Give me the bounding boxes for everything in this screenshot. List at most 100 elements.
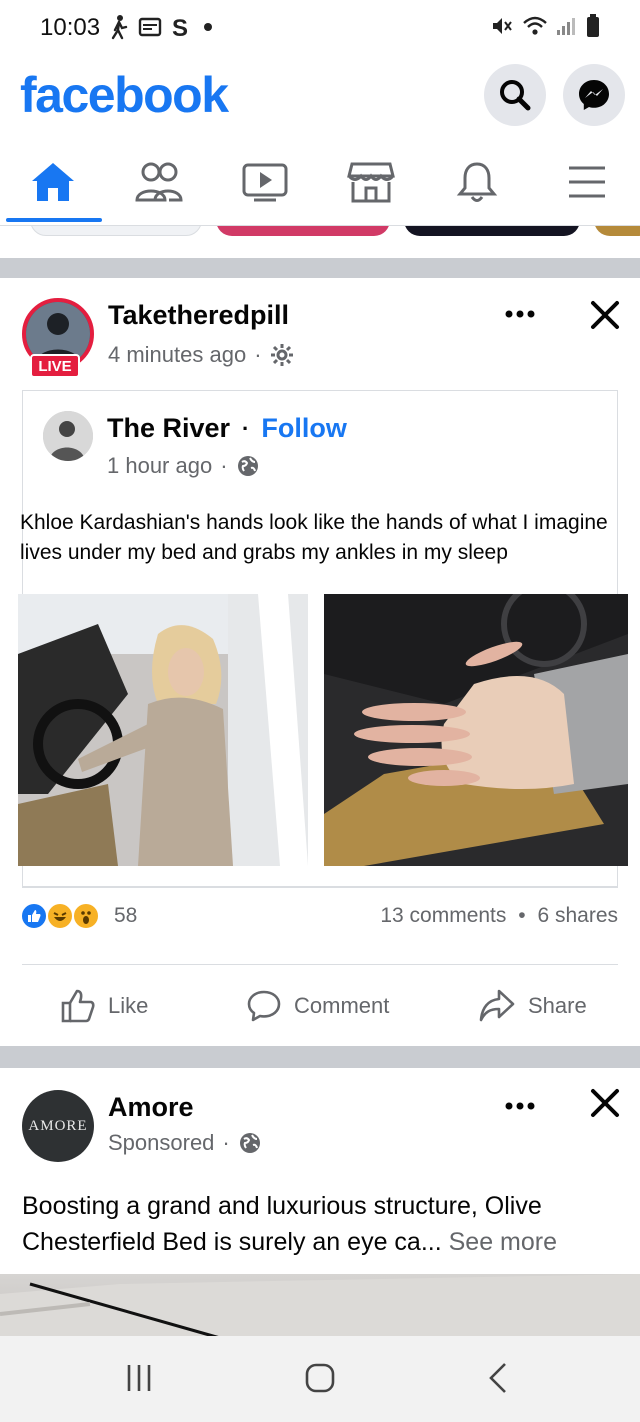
meta-separator: · bbox=[222, 1130, 230, 1155]
like-button[interactable]: Like bbox=[60, 978, 148, 1034]
feed-separator bbox=[0, 1046, 640, 1068]
facebook-logo[interactable]: facebook bbox=[20, 66, 229, 124]
close-icon[interactable] bbox=[588, 1086, 622, 1120]
top-bar: facebook bbox=[0, 58, 640, 132]
nav-tabs bbox=[0, 140, 640, 226]
story-card[interactable] bbox=[404, 226, 580, 236]
meta-separator: · bbox=[254, 342, 262, 367]
close-icon[interactable] bbox=[588, 298, 622, 332]
ad-text: Boosting a grand and luxurious structure… bbox=[22, 1188, 622, 1260]
dot-icon bbox=[204, 23, 212, 31]
status-bar: 10:03 S bbox=[0, 0, 640, 58]
tab-notifications[interactable] bbox=[424, 140, 530, 224]
tab-watch[interactable] bbox=[212, 140, 318, 224]
shares-count[interactable]: 6 shares bbox=[537, 904, 618, 927]
comments-count[interactable]: 13 comments bbox=[380, 904, 506, 927]
more-options-button[interactable] bbox=[504, 296, 536, 327]
wifi-icon bbox=[523, 16, 547, 35]
live-badge: LIVE bbox=[30, 354, 80, 378]
home-icon bbox=[32, 163, 74, 201]
ad-avatar[interactable]: AMORE bbox=[22, 1090, 94, 1162]
wow-reaction-icon bbox=[72, 902, 100, 930]
feed-post: LIVE Taketheredpill 4 minutes ago · The … bbox=[0, 278, 640, 1046]
screen-icon bbox=[138, 17, 162, 37]
tab-home[interactable] bbox=[0, 140, 106, 224]
sponsored-label[interactable]: Sponsored bbox=[108, 1130, 214, 1156]
post-author[interactable]: Taketheredpill bbox=[108, 300, 289, 331]
signal-icon bbox=[557, 18, 575, 35]
thumbs-up-icon bbox=[61, 989, 95, 1023]
shared-author[interactable]: The River bbox=[107, 413, 230, 444]
gear-icon bbox=[270, 344, 293, 366]
shared-header: The River · Follow bbox=[107, 413, 347, 444]
battery-icon bbox=[587, 14, 599, 37]
status-time: 10:03 bbox=[40, 14, 101, 41]
stat-separator: • bbox=[518, 904, 526, 927]
walking-icon bbox=[111, 15, 128, 40]
feed-separator bbox=[0, 258, 640, 278]
share-icon bbox=[479, 989, 515, 1022]
back-icon[interactable] bbox=[486, 1362, 510, 1394]
photo-woman-in-car bbox=[18, 594, 308, 866]
follow-button[interactable]: Follow bbox=[261, 413, 346, 444]
messenger-icon bbox=[579, 80, 609, 110]
home-button-icon[interactable] bbox=[304, 1362, 336, 1394]
search-icon bbox=[500, 80, 531, 111]
comment-button[interactable]: Comment bbox=[246, 978, 389, 1034]
stories-strip[interactable] bbox=[0, 226, 640, 256]
ad-meta: Sponsored · bbox=[108, 1130, 262, 1156]
comment-icon bbox=[247, 990, 281, 1022]
comment-share-counts: 13 comments • 6 shares bbox=[380, 904, 618, 928]
share-label: Share bbox=[528, 993, 587, 1018]
system-nav-bar bbox=[0, 1336, 640, 1422]
ad-avatar-text: AMORE bbox=[28, 1117, 88, 1134]
like-reaction-icon bbox=[20, 902, 48, 930]
like-label: Like bbox=[108, 993, 149, 1018]
shared-bottom-border bbox=[22, 886, 618, 888]
hamburger-icon bbox=[569, 166, 605, 198]
more-dots-icon bbox=[505, 1102, 535, 1110]
photo-hand-closeup bbox=[324, 594, 628, 866]
post-caption: Khloe Kardashian's hands look like the h… bbox=[20, 511, 608, 564]
meta-separator: · bbox=[220, 453, 228, 478]
friends-icon bbox=[135, 162, 183, 202]
mute-icon bbox=[493, 18, 512, 34]
globe-icon bbox=[237, 456, 258, 476]
post-photo[interactable] bbox=[18, 594, 308, 866]
story-card[interactable] bbox=[216, 226, 390, 236]
reaction-stats[interactable]: 58 13 comments • 6 shares bbox=[0, 890, 640, 942]
comment-label: Comment bbox=[294, 993, 390, 1018]
shared-time[interactable]: 1 hour ago bbox=[107, 453, 212, 479]
svg-text:S: S bbox=[172, 15, 188, 39]
search-button[interactable] bbox=[484, 64, 546, 126]
globe-icon bbox=[239, 1133, 260, 1153]
post-time[interactable]: 4 minutes ago bbox=[108, 342, 246, 368]
more-dots-icon bbox=[505, 310, 535, 318]
shared-meta: 1 hour ago · bbox=[107, 453, 260, 479]
shared-avatar[interactable] bbox=[43, 411, 93, 461]
sponsored-post: AMORE Amore Sponsored · Boosting a grand… bbox=[0, 1068, 640, 1340]
messenger-button[interactable] bbox=[563, 64, 625, 126]
haha-reaction-icon bbox=[46, 902, 74, 930]
share-button[interactable]: Share bbox=[478, 978, 587, 1034]
post-photo[interactable] bbox=[324, 594, 628, 866]
store-icon bbox=[347, 162, 395, 203]
actions-divider bbox=[22, 964, 618, 965]
tab-menu[interactable] bbox=[534, 140, 640, 224]
reaction-count[interactable]: 58 bbox=[114, 904, 137, 928]
avatar-image bbox=[43, 411, 93, 461]
post-meta: 4 minutes ago · bbox=[108, 342, 294, 368]
video-icon bbox=[242, 163, 288, 202]
recents-icon[interactable] bbox=[124, 1362, 154, 1394]
follow-separator: · bbox=[242, 415, 250, 441]
post-actions: Like Comment Share bbox=[0, 978, 640, 1034]
story-card[interactable] bbox=[30, 226, 202, 236]
ad-image[interactable] bbox=[0, 1274, 640, 1340]
see-more-link[interactable]: See more bbox=[449, 1228, 557, 1256]
tab-friends[interactable] bbox=[106, 140, 212, 224]
active-tab-indicator bbox=[6, 218, 102, 222]
tab-marketplace[interactable] bbox=[318, 140, 424, 224]
ad-author[interactable]: Amore bbox=[108, 1092, 194, 1123]
more-options-button[interactable] bbox=[504, 1088, 536, 1119]
story-card[interactable] bbox=[594, 226, 640, 236]
